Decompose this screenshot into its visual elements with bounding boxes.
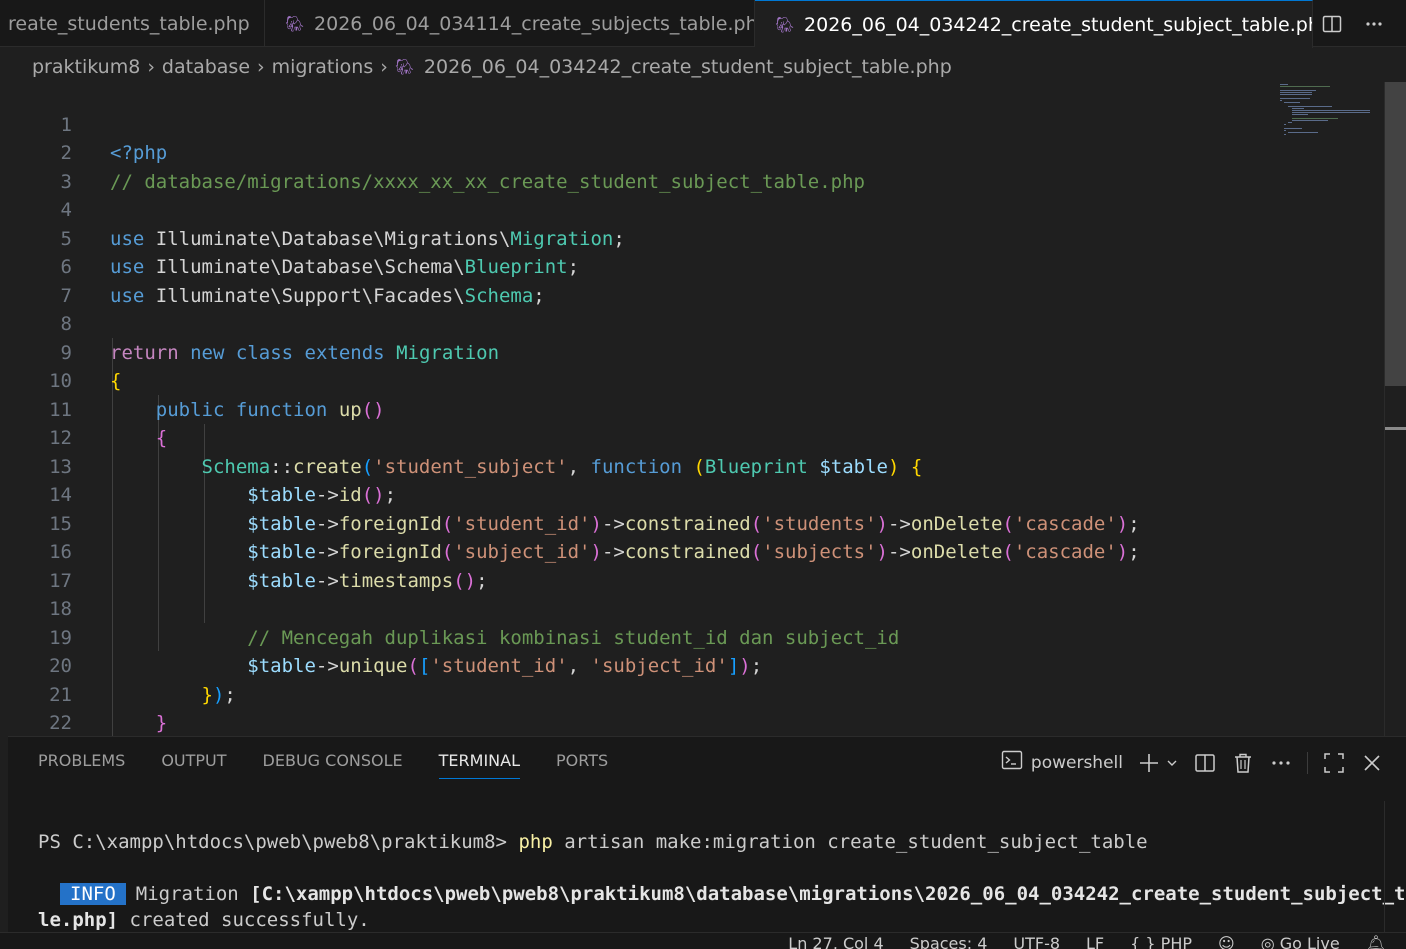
- encoding[interactable]: UTF-8: [1013, 934, 1060, 949]
- code-line: 22: [0, 681, 1270, 734]
- code-line: 5 use Illuminate\Database\Schema\Bluepri…: [0, 196, 1270, 279]
- breadcrumb-item[interactable]: 2026_06_04_034242_create_student_subject…: [424, 56, 952, 78]
- maximize-panel-icon[interactable]: [1322, 751, 1346, 775]
- tab-terminal[interactable]: TERMINAL: [438, 751, 521, 779]
- terminal-shell-selector[interactable]: powershell: [1001, 749, 1123, 776]
- code-line: 12 Schema::create('student_subject', fun…: [0, 396, 1270, 478]
- breadcrumb: praktikum8 › database › migrations › 🐘︎ …: [32, 53, 952, 81]
- code-line: 19 $table->unique(['student_id', 'subjec…: [0, 595, 1270, 678]
- status-bar: Ln 27, Col 4 Spaces: 4 UTF-8 LF { } PHP …: [0, 932, 1406, 949]
- breadcrumb-item[interactable]: praktikum8: [32, 56, 140, 78]
- info-text: created successfully.: [118, 909, 370, 931]
- tab-output[interactable]: OUTPUT: [161, 751, 226, 779]
- tab-label: 2026_06_04_034242_create_student_subject…: [804, 13, 1313, 36]
- toolbar-separator: [1307, 751, 1308, 774]
- code-line: 20 });: [0, 624, 1270, 706]
- code-line: 18 // Mencegah duplikasi kombinasi stude…: [0, 567, 1270, 649]
- tab-problems[interactable]: PROBLEMS: [38, 751, 125, 779]
- more-actions-icon[interactable]: [1269, 751, 1293, 775]
- code-line: 21 }: [0, 652, 1270, 735]
- terminal-prompt: PS C:\xampp\htdocs\pweb\pweb8\praktikum8…: [38, 831, 519, 853]
- code-line: 1 <?php: [0, 82, 1270, 165]
- code-line: 13 $table->id();: [0, 424, 1270, 507]
- split-terminal-icon[interactable]: [1193, 751, 1217, 775]
- terminal-command: php: [518, 831, 553, 853]
- breadcrumb-item[interactable]: migrations: [272, 56, 374, 78]
- code-line: 4 use Illuminate\Database\Migrations\Mig…: [0, 168, 1270, 250]
- info-text: Migration: [135, 883, 251, 905]
- indentation[interactable]: Spaces: 4: [910, 934, 988, 949]
- tab-label: reate_students_table.php: [8, 12, 250, 35]
- tab-create-students-table[interactable]: reate_students_table.php: [0, 0, 265, 47]
- editor-tab-bar: reate_students_table.php 🐘︎ 2026_06_04_0…: [0, 0, 1406, 48]
- code-line: 10 public function up(): [0, 339, 1270, 421]
- terminal-icon: [1001, 749, 1023, 776]
- tab-ports[interactable]: PORTS: [556, 751, 608, 779]
- panel-actions: powershell: [1001, 749, 1384, 776]
- code-line: 8 return new class extends Migration: [0, 282, 1270, 364]
- code-editor[interactable]: 1 <?php 2 // database/migrations/xxxx_xx…: [0, 82, 1406, 736]
- chevron-right-icon: ›: [147, 56, 155, 78]
- chevron-right-icon: ›: [380, 56, 388, 78]
- cursor-position[interactable]: Ln 27, Col 4: [788, 934, 883, 949]
- info-path: le.php]: [38, 909, 119, 931]
- end-of-line[interactable]: LF: [1086, 934, 1104, 949]
- tab-create-student-subject-table[interactable]: 🐘︎ 2026_06_04_034242_create_student_subj…: [755, 0, 1313, 48]
- chevron-down-icon[interactable]: [1165, 751, 1179, 775]
- code-line: 15 $table->foreignId('subject_id')->cons…: [0, 481, 1270, 564]
- info-path: [C:\xampp\htdocs\pweb\pweb8\praktikum8\d…: [250, 883, 1406, 905]
- code-line: 16 $table->timestamps();: [0, 510, 1270, 592]
- tab-label: 2026_06_04_034114_create_subjects_table.…: [314, 12, 755, 35]
- split-editor-icon[interactable]: [1320, 12, 1344, 36]
- code-line: 7: [0, 253, 1270, 307]
- go-live-label: Go Live: [1279, 934, 1340, 949]
- code-line: 2 // database/migrations/xxxx_xx_xx_crea…: [0, 111, 1270, 193]
- bottom-panel: PROBLEMS OUTPUT DEBUG CONSOLE TERMINAL P…: [8, 736, 1406, 933]
- shell-name: powershell: [1030, 752, 1123, 773]
- chevron-right-icon: ›: [257, 56, 265, 78]
- terminal-output[interactable]: PS C:\xampp\htdocs\pweb\pweb8\praktikum8…: [38, 829, 1406, 933]
- terminal-command-args: artisan make:migration create_student_su…: [552, 831, 1148, 853]
- go-live[interactable]: ◎ Go Live: [1261, 934, 1340, 949]
- editor-scrollbar-thumb[interactable]: [1385, 82, 1406, 386]
- trash-icon[interactable]: [1231, 751, 1255, 775]
- terminal-info-line: INFO Migration [C:\xampp\htdocs\pweb\pweb…: [38, 881, 1406, 907]
- notifications-bell-icon[interactable]: 🔔︎: [1366, 934, 1386, 949]
- code-line: 14 $table->foreignId('student_id')->cons…: [0, 453, 1270, 535]
- minimap[interactable]: [1278, 82, 1378, 142]
- php-file-icon: 🐘︎: [775, 15, 795, 34]
- php-file-icon: 🐘︎: [285, 14, 305, 33]
- panel-tabs: PROBLEMS OUTPUT DEBUG CONSOLE TERMINAL P…: [38, 751, 608, 779]
- code-line: 6 use Illuminate\Support\Facades\Schema;: [0, 225, 1270, 307]
- terminal-scrollbar[interactable]: [1384, 801, 1406, 933]
- tab-create-subjects-table[interactable]: 🐘︎ 2026_06_04_034114_create_subjects_tab…: [265, 0, 755, 47]
- code-line: 9 {: [0, 310, 1270, 393]
- more-actions-icon[interactable]: [1362, 12, 1386, 36]
- copilot-icon[interactable]: ☺: [1218, 934, 1235, 949]
- tab-actions: [1320, 0, 1406, 47]
- terminal-info-line-wrap: le.php] created successfully.: [38, 907, 1388, 933]
- breadcrumb-item[interactable]: database: [162, 56, 250, 78]
- cursor-position-marker: [1385, 427, 1406, 430]
- close-icon[interactable]: [1360, 751, 1384, 775]
- code-line: 17: [0, 538, 1270, 592]
- info-badge: INFO: [60, 883, 126, 905]
- terminal-command-line: PS C:\xampp\htdocs\pweb\pweb8\praktikum8…: [38, 829, 1388, 855]
- new-terminal-icon[interactable]: [1137, 751, 1161, 775]
- code-line: 11 {: [0, 367, 1270, 450]
- language-mode[interactable]: { } PHP: [1130, 934, 1192, 949]
- code-line: 3: [0, 139, 1270, 193]
- tab-debug-console[interactable]: DEBUG CONSOLE: [263, 751, 403, 779]
- code-line: 23 public function down(): [0, 709, 1270, 736]
- php-file-icon: 🐘︎: [394, 58, 414, 76]
